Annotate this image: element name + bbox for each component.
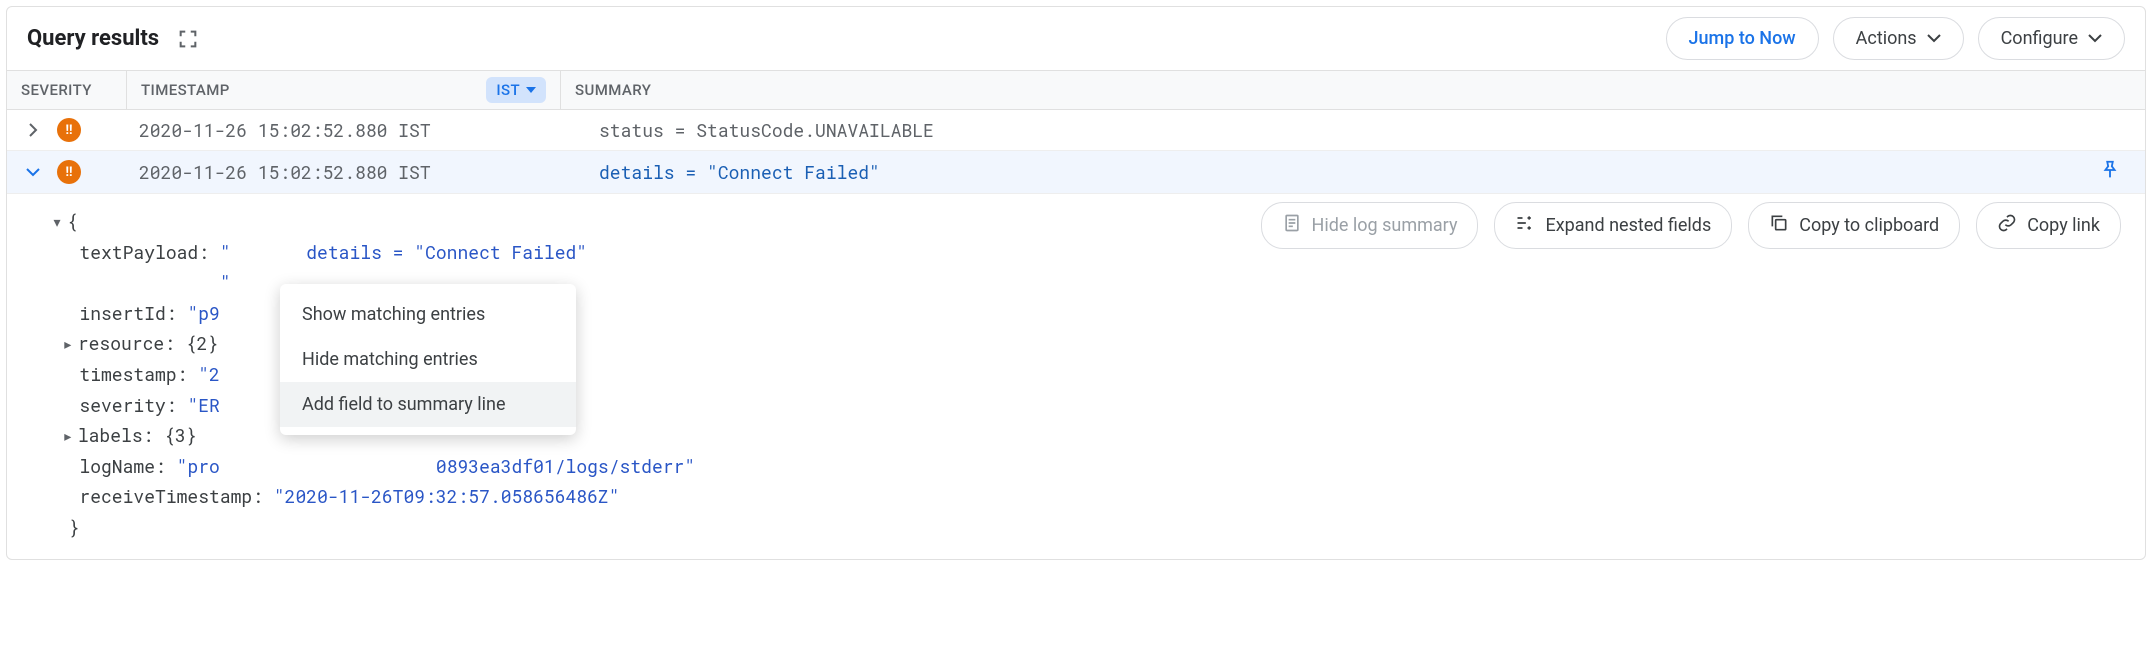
jump-to-now-label: Jump to Now [1689,28,1796,49]
copy-link-button[interactable]: Copy link [1976,202,2121,249]
log-row[interactable]: !! 2020-11-26 15:02:52.880 IST status = … [7,110,2145,151]
column-headers: Severity Timestamp IST Summary [7,71,2145,110]
log-details: Hide log summary Expand nested fields Co… [7,194,2145,559]
triangle-down-icon[interactable]: ▾ [47,206,67,237]
log-timestamp: 2020-11-26 15:02:52.880 IST [139,118,559,142]
query-results-panel: Query results Jump to Now Actions Config… [6,6,2146,560]
configure-label: Configure [2001,28,2078,49]
log-timestamp: 2020-11-26 15:02:52.880 IST [139,160,559,184]
severity-error-badge: !! [57,160,81,184]
severity-error-badge: !! [57,118,81,142]
copy-clipboard-button[interactable]: Copy to clipboard [1748,202,1960,249]
col-header-timestamp-label: Timestamp [141,81,230,99]
menu-add-field[interactable]: Add field to summary line [280,382,576,427]
log-summary: details = "Connect Failed" [599,160,880,184]
actions-button[interactable]: Actions [1833,17,1964,60]
copy-clipboard-label: Copy to clipboard [1799,215,1939,236]
col-header-summary: Summary [561,71,2145,109]
pin-icon[interactable] [2099,159,2121,185]
expand-nested-button[interactable]: Expand nested fields [1494,202,1732,249]
log-summary: status = StatusCode.UNAVAILABLE [599,118,934,142]
results-header: Query results Jump to Now Actions Config… [7,7,2145,71]
chevron-down-icon [526,81,536,99]
timezone-label: IST [496,81,520,99]
col-header-severity: Severity [7,71,127,109]
link-icon [1997,213,2017,238]
log-row[interactable]: !! 2020-11-26 15:02:52.880 IST details =… [7,151,2145,194]
triangle-right-icon[interactable]: ▸ [58,328,78,359]
triangle-right-icon[interactable]: ▸ [58,420,78,451]
menu-show-matching[interactable]: Show matching entries [280,292,576,337]
timezone-button[interactable]: IST [486,77,546,103]
expand-icon [1515,213,1535,238]
menu-hide-matching[interactable]: Hide matching entries [280,337,576,382]
chevron-right-icon[interactable] [21,123,45,137]
results-title: Query results [27,26,159,51]
fullscreen-icon[interactable] [173,24,203,54]
configure-button[interactable]: Configure [1978,17,2125,60]
details-button-row: Hide log summary Expand nested fields Co… [1261,202,2121,249]
actions-label: Actions [1856,28,1917,49]
chevron-down-icon [2088,34,2102,44]
expand-nested-label: Expand nested fields [1545,215,1711,236]
copy-icon [1769,213,1789,238]
chevron-down-icon [1927,34,1941,44]
hide-log-summary-label: Hide log summary [1312,215,1458,236]
receipt-icon [1282,213,1302,238]
field-context-menu: Show matching entries Hide matching entr… [280,284,576,435]
col-header-timestamp: Timestamp IST [127,71,561,109]
jump-to-now-button[interactable]: Jump to Now [1666,17,1819,60]
hide-log-summary-button[interactable]: Hide log summary [1261,202,1479,249]
copy-link-label: Copy link [2027,215,2100,236]
chevron-down-icon[interactable] [21,165,45,179]
